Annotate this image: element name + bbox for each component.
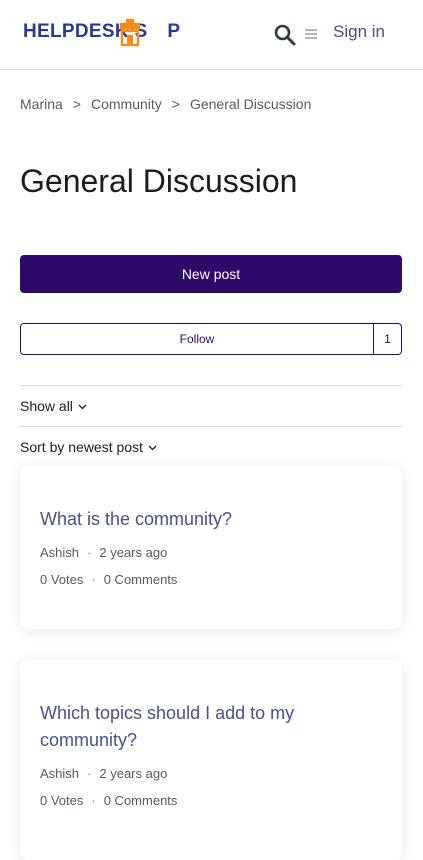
divider: [20, 385, 402, 386]
sort-dropdown[interactable]: Sort by newest post: [20, 439, 157, 455]
follow-button[interactable]: Follow: [21, 324, 373, 354]
post-card: Which topics should I add to my communit…: [20, 660, 402, 860]
separator-dot: ·: [87, 545, 92, 560]
show-filter-dropdown[interactable]: Show all: [20, 398, 87, 414]
follower-count: 1: [373, 324, 401, 354]
post-votes: 0 Votes: [40, 572, 84, 587]
menu-icon[interactable]: [304, 28, 318, 40]
post-comments: 0 Comments: [103, 572, 178, 587]
breadcrumb: Marina > Community > General Discussion: [20, 96, 311, 112]
post-time: 2 years ago: [99, 545, 168, 560]
separator-dot: ·: [91, 572, 96, 587]
post-meta: Ashish · 2 years ago: [40, 545, 167, 560]
post-title-link[interactable]: Which topics should I add to my communit…: [40, 700, 360, 754]
sort-label: Sort by newest post: [20, 439, 143, 455]
separator-dot: ·: [87, 766, 92, 781]
follow-group: Follow 1: [20, 323, 402, 355]
chevron-down-icon: [148, 445, 157, 451]
post-title-link[interactable]: What is the community?: [40, 506, 360, 533]
chevron-down-icon: [78, 404, 87, 410]
post-stats: 0 Votes · 0 Comments: [40, 793, 177, 808]
page-title: General Discussion: [20, 163, 298, 199]
breadcrumb-separator: >: [72, 96, 81, 112]
post-votes: 0 Votes: [40, 793, 84, 808]
divider: [20, 426, 402, 427]
breadcrumb-item-community[interactable]: Community: [91, 96, 162, 112]
post-meta: Ashish · 2 years ago: [40, 766, 167, 781]
post-stats: 0 Votes · 0 Comments: [40, 572, 177, 587]
post-author: Ashish: [40, 545, 80, 560]
post-card: What is the community? Ashish · 2 years ag…: [20, 466, 402, 629]
show-filter-label: Show all: [20, 398, 73, 414]
breadcrumb-item-general-discussion[interactable]: General Discussion: [190, 96, 311, 112]
site-header: HELPDESK SP Sign in: [0, 0, 423, 70]
post-time: 2 years ago: [99, 766, 168, 781]
post-author: Ashish: [40, 766, 80, 781]
new-post-button[interactable]: New post: [20, 255, 402, 293]
logo-text: HELPDESK SP: [23, 19, 180, 47]
post-comments: 0 Comments: [103, 793, 178, 808]
breadcrumb-separator: >: [171, 96, 180, 112]
store-icon: [120, 19, 140, 47]
sign-in-link[interactable]: Sign in: [333, 22, 385, 42]
search-icon[interactable]: [273, 23, 297, 47]
logo[interactable]: HELPDESK SP: [23, 14, 180, 50]
separator-dot: ·: [91, 793, 96, 808]
breadcrumb-item-marina[interactable]: Marina: [20, 96, 63, 112]
